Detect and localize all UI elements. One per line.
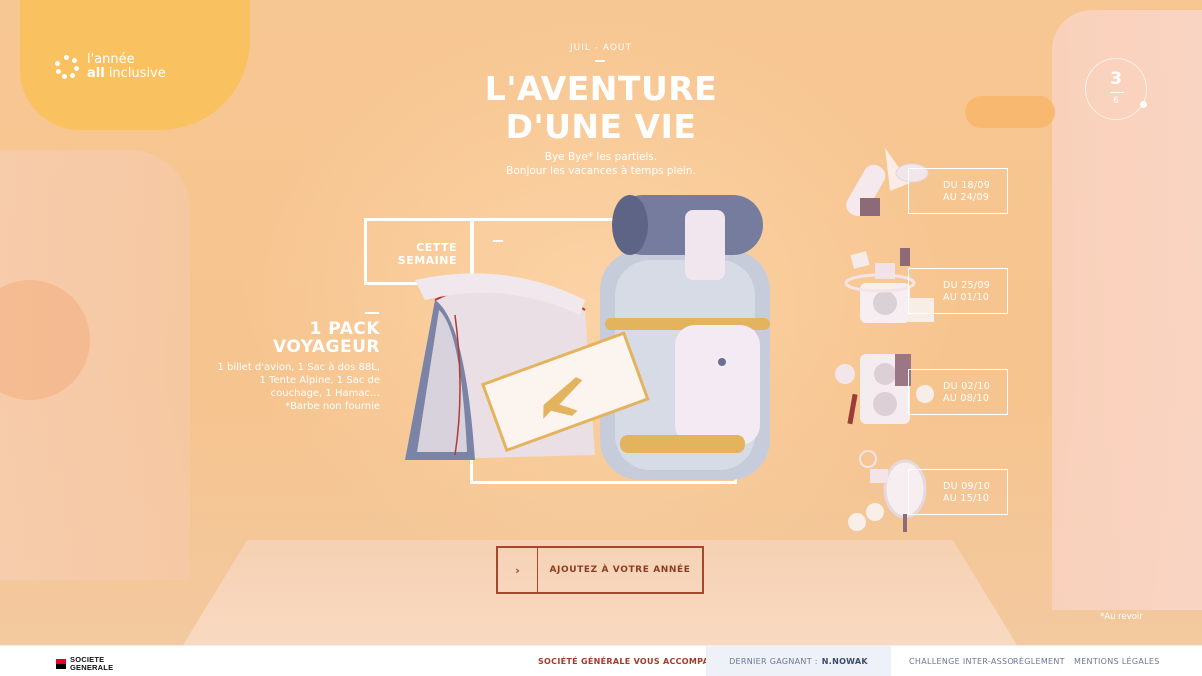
pack-description: 1 billet d'avion, 1 Sac à dos 88L, 1 Ten… [200, 361, 380, 413]
subtitle-line2: Bonjour les vacances à temps plein. [506, 165, 696, 177]
week-dates-1: DU 18/09 AU 24/09 [943, 180, 990, 204]
week-dates-2: DU 25/09 AU 01/10 [943, 280, 990, 304]
period-label: JUIL - AOUT [569, 43, 633, 53]
subtitle-line1: Bye Bye* les partiels. [544, 151, 658, 163]
week-end-3: AU 08/10 [943, 393, 990, 404]
sg-square-icon [56, 658, 66, 669]
pack-desc-line2: 1 Tente Alpine, 1 Sac de [259, 375, 380, 386]
travel-pack-illustration [405, 195, 770, 480]
week-date-box-1: DU 18/09 AU 24/09 [908, 168, 1008, 214]
week-end-1: AU 24/09 [943, 192, 990, 203]
page-subtitle: Bye Bye* les partiels. Bonjour les vacan… [0, 150, 1202, 178]
chevron-right-icon: › [498, 548, 538, 592]
add-to-year-button[interactable]: › AJOUTEZ À VOTRE ANNÉE [496, 546, 704, 594]
week-start-4: DU 09/10 [943, 481, 991, 492]
week-end-4: AU 15/10 [943, 493, 990, 504]
sg-accompagne-link[interactable]: SOCIÉTÉ GÉNÉRALE VOUS ACCOMPAGNE [538, 657, 729, 666]
week-item-4[interactable]: DU 09/10 AU 15/10 [830, 450, 1010, 549]
pack-title-line2: VOYAGEUR [272, 337, 380, 357]
period-dash [595, 60, 605, 62]
week-start-3: DU 02/10 [943, 381, 991, 392]
week-item-1[interactable]: DU 18/09 AU 24/09 [830, 148, 1010, 248]
week-item-2[interactable]: DU 25/09 AU 01/10 [830, 248, 1010, 348]
sg-wordmark: SOCIETE GENERALE [70, 656, 113, 671]
week-date-box-3: DU 02/10 AU 08/10 [908, 369, 1008, 415]
last-winner-banner: DERNIER GAGNANT : N.NOWAK [706, 646, 891, 676]
last-winner-name: N.NOWAK [821, 657, 868, 666]
week-dates-3: DU 02/10 AU 08/10 [943, 381, 990, 405]
title-line2: D'UNE VIE [505, 107, 697, 146]
reglement-link[interactable]: RÈGLEMENT [1013, 657, 1065, 666]
hero-stage: l'année all inclusive 3 6 JUIL - AOUT L'… [0, 0, 1202, 645]
title-line1: L'AVENTURE [484, 69, 718, 108]
week-date-box-2: DU 25/09 AU 01/10 [908, 268, 1008, 314]
challenge-link[interactable]: CHALLENGE INTER-ASSO [909, 657, 1014, 666]
footnote: *Au revoir [1100, 612, 1143, 622]
week-end-2: AU 01/10 [943, 292, 990, 303]
week-item-3[interactable]: DU 02/10 AU 08/10 [830, 354, 1010, 449]
add-to-year-label: AJOUTEZ À VOTRE ANNÉE [549, 565, 691, 575]
pack-title: 1 PACK VOYAGEUR [200, 320, 380, 356]
pack-desc-line1: 1 billet d'avion, 1 Sac à dos 88L, [217, 362, 380, 373]
brand-line1: l'année [87, 52, 135, 67]
mentions-legales-link[interactable]: MENTIONS LÉGALES [1074, 657, 1160, 666]
last-winner-label: DERNIER GAGNANT : [729, 657, 818, 666]
societe-generale-logo[interactable]: SOCIETE GENERALE [56, 656, 113, 671]
week-dates-4: DU 09/10 AU 15/10 [943, 481, 990, 505]
pack-title-line1: 1 PACK [309, 319, 380, 339]
footer: SOCIETE GENERALE SOCIÉTÉ GÉNÉRALE VOUS A… [0, 645, 1202, 676]
page-title: L'AVENTURE D'UNE VIE [0, 70, 1202, 146]
week-date-box-4: DU 09/10 AU 15/10 [908, 469, 1008, 515]
week-start-1: DU 18/09 [943, 180, 991, 191]
sg-line2: GENERALE [70, 662, 114, 672]
pack-desc-line4: *Barbe non fournie [285, 401, 380, 412]
pack-dash [365, 312, 379, 314]
pack-desc-line3: couchage, 1 Hamac… [270, 388, 380, 399]
week-start-2: DU 25/09 [943, 280, 991, 291]
